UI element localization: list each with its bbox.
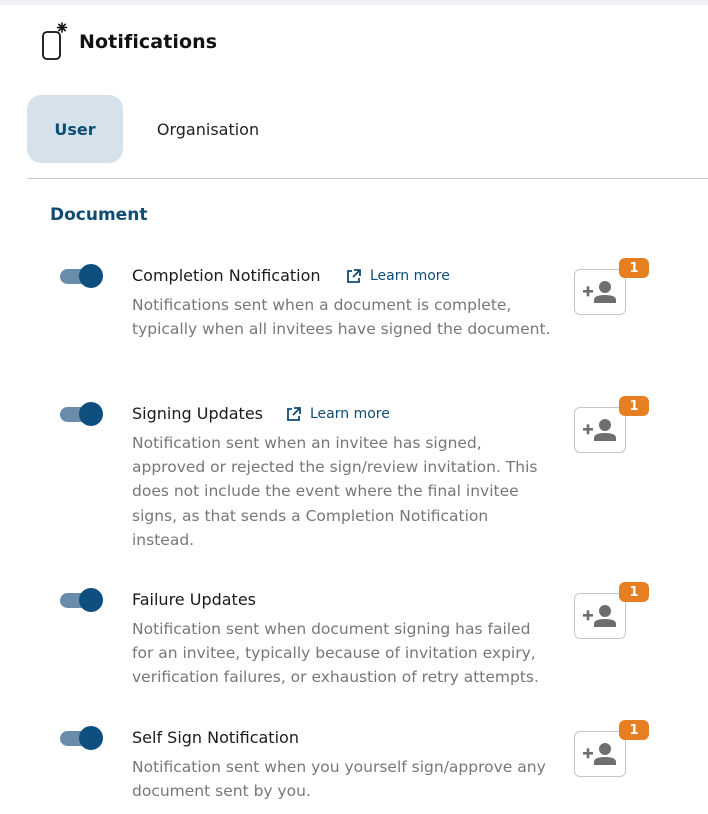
add-user-icon bbox=[583, 281, 616, 303]
learn-more-link[interactable]: Learn more bbox=[346, 268, 450, 284]
add-user-icon bbox=[583, 743, 616, 765]
learn-more-label: Learn more bbox=[370, 268, 450, 284]
toggle-thumb bbox=[79, 264, 103, 288]
recipient-count-badge: 1 bbox=[619, 396, 649, 416]
tab-divider bbox=[27, 178, 708, 179]
external-link-icon bbox=[347, 268, 361, 283]
add-user-icon bbox=[583, 419, 616, 441]
toggle-thumb bbox=[79, 402, 103, 426]
top-band bbox=[0, 0, 708, 5]
recipient-count-badge: 1 bbox=[619, 720, 649, 740]
external-link-icon bbox=[287, 406, 301, 421]
add-recipient-button[interactable] bbox=[574, 269, 626, 315]
recipient-count-badge: 1 bbox=[619, 258, 649, 278]
phone-notification-icon bbox=[40, 22, 74, 62]
add-recipient-button[interactable] bbox=[574, 593, 626, 639]
failure-updates-toggle[interactable] bbox=[60, 588, 104, 612]
notification-description: Notifications sent when a document is co… bbox=[132, 296, 551, 339]
learn-more-link[interactable]: Learn more bbox=[286, 406, 390, 422]
notification-title: Completion Notification bbox=[132, 266, 321, 285]
signing-updates-toggle[interactable] bbox=[60, 402, 104, 426]
toggle-thumb bbox=[79, 588, 103, 612]
recipient-count-badge: 1 bbox=[619, 582, 649, 602]
tab-user[interactable]: User bbox=[27, 95, 123, 163]
tab-bar: User Organisation bbox=[27, 95, 293, 163]
toggle-thumb bbox=[79, 726, 103, 750]
notification-title: Failure Updates bbox=[132, 590, 257, 609]
learn-more-label: Learn more bbox=[310, 406, 390, 422]
notification-title: Self Sign Notification bbox=[132, 728, 299, 747]
add-user-icon bbox=[583, 605, 616, 627]
notification-title: Signing Updates bbox=[132, 404, 264, 423]
notification-description: Notification sent when an invitee has si… bbox=[132, 434, 538, 549]
self-sign-notification-toggle[interactable] bbox=[60, 726, 104, 750]
notification-description: Notification sent when document signing … bbox=[132, 620, 539, 687]
page-title: Notifications bbox=[79, 31, 218, 53]
add-recipient-button[interactable] bbox=[574, 731, 626, 777]
notification-description: Notification sent when you yourself sign… bbox=[132, 758, 546, 801]
completion-notification-toggle[interactable] bbox=[60, 264, 104, 288]
add-recipient-button[interactable] bbox=[574, 407, 626, 453]
tab-organisation[interactable]: Organisation bbox=[123, 95, 293, 163]
section-title: Document bbox=[50, 205, 148, 225]
page-header: Notifications bbox=[40, 22, 217, 62]
